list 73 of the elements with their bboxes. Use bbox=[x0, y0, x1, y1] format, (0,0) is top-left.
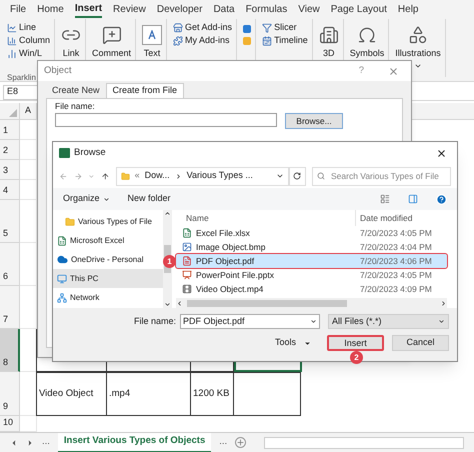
ribbon-command[interactable]: Line bbox=[7, 22, 50, 33]
column-header[interactable]: Name bbox=[176, 210, 356, 226]
file-date: 7/20/2023 4:09 PM bbox=[359, 282, 432, 296]
organize-menu[interactable]: Organize bbox=[63, 192, 110, 206]
ribbon-command[interactable]: My Add-ins bbox=[173, 35, 232, 46]
file-name-field[interactable]: PDF Object.pdf bbox=[180, 314, 320, 329]
group-caption: Sparklin bbox=[7, 72, 36, 84]
row-header[interactable]: 1 bbox=[0, 120, 20, 140]
file-name: PDF Object.pdf bbox=[196, 254, 254, 268]
nav-item[interactable]: This PC bbox=[53, 269, 163, 288]
file-type-dropdown[interactable]: All Files (*.*) bbox=[328, 314, 449, 329]
row-header[interactable]: 5 bbox=[0, 200, 20, 243]
table-cell: 1200 KB bbox=[190, 372, 234, 416]
ribbon-tab[interactable]: File bbox=[10, 1, 26, 18]
ribbon-command[interactable]: Win/L bbox=[7, 48, 50, 59]
row-header[interactable]: 2 bbox=[0, 140, 20, 160]
dialog-tab[interactable]: Create from File bbox=[106, 83, 184, 98]
breadcrumb[interactable]: Dow... bbox=[144, 169, 170, 183]
row-header[interactable]: 4 bbox=[0, 180, 20, 200]
nav-item[interactable]: OneDrive - Personal bbox=[53, 250, 163, 269]
tools-menu[interactable]: Tools bbox=[274, 336, 311, 350]
file-date: 7/20/2023 4:05 PM bbox=[359, 268, 432, 282]
row-header[interactable]: 9 bbox=[0, 372, 20, 416]
step-badge: 1 bbox=[163, 255, 176, 268]
field-label: File name: bbox=[55, 101, 96, 111]
column-header[interactable]: Date modified bbox=[356, 210, 412, 226]
file-date: 7/20/2023 4:06 PM bbox=[359, 254, 432, 268]
address-bar[interactable]: « Dow... Various Types ... bbox=[116, 166, 289, 186]
row-header[interactable]: 7 bbox=[0, 286, 20, 329]
file-name: Excel File.xlsx bbox=[196, 226, 250, 240]
ribbon-command[interactable]: Slicer bbox=[262, 22, 308, 33]
address-overflow: « bbox=[134, 169, 140, 182]
ribbon-tab[interactable]: Home bbox=[37, 1, 64, 18]
nav-item[interactable]: Network bbox=[53, 288, 163, 307]
search-field[interactable]: Search Various Types of File bbox=[312, 166, 451, 186]
insert-button[interactable]: Insert bbox=[327, 335, 384, 351]
ribbon-tab[interactable]: Data bbox=[213, 1, 235, 18]
cancel-button[interactable]: Cancel bbox=[392, 335, 449, 351]
file-row[interactable]: Image Object.bmp 7/20/2023 4:04 PM bbox=[176, 240, 447, 254]
nav-item[interactable]: Microsoft Excel bbox=[53, 231, 163, 250]
new-folder-button[interactable]: New folder bbox=[128, 192, 171, 206]
ribbon-tab[interactable]: Help bbox=[398, 1, 418, 18]
ribbon-tab[interactable]: View bbox=[298, 1, 320, 18]
ribbon-command[interactable]: Timeline bbox=[262, 35, 308, 46]
file-date: 7/20/2023 4:05 PM bbox=[359, 226, 432, 240]
nav-item[interactable]: Various Types of File bbox=[53, 212, 163, 231]
file-name: PowerPoint File.pptx bbox=[196, 268, 274, 282]
file-name: Image Object.bmp bbox=[196, 240, 266, 254]
ribbon-tab[interactable]: Page Layout bbox=[330, 1, 387, 18]
ribbon-tab[interactable]: Review bbox=[113, 1, 146, 18]
row-header[interactable]: 6 bbox=[0, 243, 20, 286]
row-header[interactable]: 10 bbox=[0, 416, 20, 432]
breadcrumb[interactable]: Various Types ... bbox=[186, 169, 253, 183]
ribbon-tab[interactable]: Formulas bbox=[246, 1, 288, 18]
table-cell: Video Object bbox=[36, 372, 107, 416]
more-sheets[interactable]: ... bbox=[219, 435, 228, 450]
field-label: File name: bbox=[132, 314, 176, 328]
file-name: Video Object.mp4 bbox=[196, 282, 264, 296]
step-badge: 2 bbox=[350, 351, 363, 364]
file-row[interactable]: Video Object.mp4 7/20/2023 4:09 PM bbox=[176, 282, 447, 296]
file-row[interactable]: Excel File.xlsx 7/20/2023 4:05 PM bbox=[176, 226, 447, 240]
more-sheets[interactable]: ... bbox=[42, 435, 50, 450]
ribbon-command[interactable]: Get Add-ins bbox=[173, 22, 232, 33]
row-header[interactable]: 3 bbox=[0, 160, 20, 180]
ribbon-command[interactable]: Column bbox=[7, 35, 50, 46]
dialog-title: Browse bbox=[74, 146, 106, 160]
file-date: 7/20/2023 4:04 PM bbox=[359, 240, 432, 254]
row-header[interactable]: 8 bbox=[0, 329, 20, 372]
file-row[interactable]: PowerPoint File.pptx 7/20/2023 4:05 PM bbox=[176, 268, 447, 282]
browse-button[interactable]: Browse... bbox=[285, 113, 343, 129]
ribbon-tab[interactable]: Developer bbox=[156, 1, 202, 18]
sheet-tab[interactable]: Insert Various Types of Objects bbox=[58, 432, 212, 452]
table-cell: .mp4 bbox=[106, 372, 191, 416]
